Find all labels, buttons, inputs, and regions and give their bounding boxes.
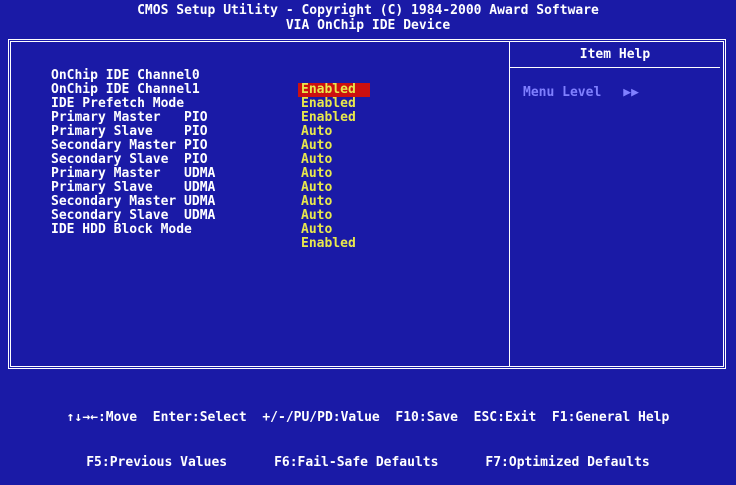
- setting-row-onchip-ide-channel0[interactable]: OnChip IDE Channel0 Enabled: [51, 55, 370, 97]
- setting-value[interactable]: Auto: [301, 139, 332, 153]
- menu-level-label: Menu Level: [523, 85, 602, 100]
- key-help-line-1: ↑↓→←:Move Enter:Select +/-/PU/PD:Value F…: [66, 410, 670, 425]
- setting-value[interactable]: Auto: [301, 223, 332, 237]
- setting-value[interactable]: Auto: [301, 209, 332, 223]
- setting-row-primary-slave-pio[interactable]: Primary Slave PIO Auto: [51, 111, 332, 153]
- setting-value[interactable]: Enabled: [301, 97, 356, 111]
- setting-value-selected[interactable]: Enabled: [298, 83, 370, 97]
- setting-row-onchip-ide-channel1[interactable]: OnChip IDE Channel1 Enabled: [51, 69, 356, 111]
- setting-value[interactable]: Auto: [301, 125, 332, 139]
- menu-level-arrows-icon: ▶▶: [623, 85, 639, 100]
- setting-row-primary-master-udma[interactable]: Primary Master UDMA Auto: [51, 153, 332, 195]
- setting-row-secondary-master-udma[interactable]: Secondary Master UDMA Auto: [51, 181, 332, 223]
- page-title: VIA OnChip IDE Device: [285, 18, 451, 33]
- title-bar: CMOS Setup Utility - Copyright (C) 1984-…: [0, 3, 736, 33]
- settings-list: OnChip IDE Channel0 Enabled OnChip IDE C…: [51, 55, 370, 251]
- setting-row-primary-master-pio[interactable]: Primary Master PIO Auto: [51, 97, 332, 139]
- key-help-bar: ↑↓→←:Move Enter:Select +/-/PU/PD:Value F…: [0, 380, 736, 485]
- setting-value[interactable]: Auto: [301, 167, 332, 181]
- item-help-body: Menu Level ▶▶: [523, 85, 639, 100]
- setting-value[interactable]: Auto: [301, 195, 332, 209]
- item-help-title: Item Help: [510, 42, 720, 68]
- setting-row-primary-slave-udma[interactable]: Primary Slave UDMA Auto: [51, 167, 332, 209]
- setting-row-ide-hdd-block-mode[interactable]: IDE HDD Block Mode Enabled: [51, 209, 356, 251]
- setting-value[interactable]: Enabled: [301, 111, 356, 125]
- setting-value[interactable]: Auto: [301, 181, 332, 195]
- setting-value[interactable]: Enabled: [301, 237, 356, 251]
- title-copyright: CMOS Setup Utility - Copyright (C) 1984-…: [137, 3, 599, 18]
- setting-row-secondary-slave-udma[interactable]: Secondary Slave UDMA Auto: [51, 195, 332, 237]
- setting-row-secondary-slave-pio[interactable]: Secondary Slave PIO Auto: [51, 139, 332, 181]
- setting-label: IDE HDD Block Mode: [51, 222, 192, 237]
- setting-row-secondary-master-pio[interactable]: Secondary Master PIO Auto: [51, 125, 332, 167]
- setting-value[interactable]: Auto: [301, 153, 332, 167]
- key-help-line-2: F5:Previous Values F6:Fail-Safe Defaults…: [86, 455, 650, 470]
- panel-divider: [509, 42, 510, 366]
- setting-row-ide-prefetch-mode[interactable]: IDE Prefetch Mode Enabled: [51, 83, 356, 125]
- setup-panel: OnChip IDE Channel0 Enabled OnChip IDE C…: [8, 39, 726, 369]
